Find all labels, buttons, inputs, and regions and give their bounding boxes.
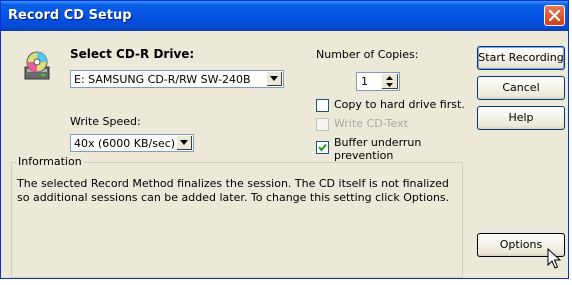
help-button[interactable]: Help (477, 106, 565, 130)
speed-select[interactable]: 40x (6000 KB/sec) (70, 134, 194, 152)
speed-dropdown-button[interactable] (176, 136, 192, 150)
drive-select[interactable]: E: SAMSUNG CD-R/RW SW-240B (70, 70, 284, 88)
title-bar[interactable]: Record CD Setup (1, 1, 568, 31)
drive-select-value: E: SAMSUNG CD-R/RW SW-240B (74, 73, 251, 86)
copies-value: 1 (361, 75, 368, 88)
start-recording-button[interactable]: Start Recording (477, 46, 565, 70)
spin-up-icon[interactable] (386, 76, 393, 80)
checkmark-icon (318, 143, 327, 152)
spin-down-icon[interactable] (386, 83, 393, 87)
copy-hdd-checkbox[interactable] (316, 99, 329, 112)
cancel-button[interactable]: Cancel (477, 76, 565, 100)
cd-drive-icon (24, 51, 50, 80)
buffer-underrun-label-line2[interactable]: prevention (334, 149, 393, 162)
record-cd-setup-dialog: Record CD Setup Select CD-R Drive: E: SA… (0, 0, 569, 279)
information-text: The selected Record Method finalizes the… (17, 177, 450, 204)
copies-spin-buttons[interactable] (382, 74, 398, 89)
copies-label: Number of Copies: (316, 48, 419, 61)
speed-select-value: 40x (6000 KB/sec) (74, 137, 176, 150)
information-title: Information (16, 155, 84, 168)
dropdown-arrow-icon (270, 76, 278, 81)
copies-spinner[interactable]: 1 (356, 72, 400, 91)
write-cdtext-label: Write CD-Text (334, 117, 408, 130)
close-icon (549, 10, 560, 21)
drive-label: Select CD-R Drive: (70, 47, 195, 61)
speed-label: Write Speed: (70, 115, 141, 128)
buffer-underrun-label-line1[interactable]: Buffer underrun (334, 136, 421, 149)
copy-hdd-label[interactable]: Copy to hard drive first. (334, 98, 465, 111)
buffer-underrun-checkbox[interactable] (316, 141, 329, 154)
close-button[interactable] (544, 5, 565, 26)
write-cdtext-checkbox (316, 118, 329, 131)
mouse-cursor-icon (547, 248, 561, 269)
drive-dropdown-button[interactable] (266, 72, 282, 86)
dropdown-arrow-icon (180, 140, 188, 145)
window-title: Record CD Setup (8, 8, 132, 23)
